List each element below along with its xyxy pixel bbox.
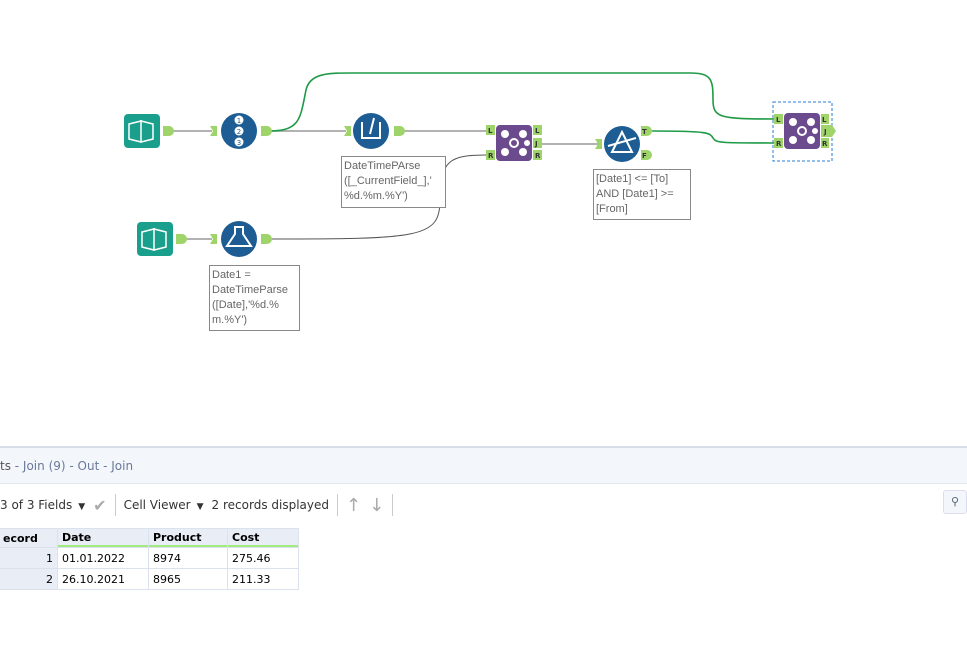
svg-text:1: 1 xyxy=(237,117,241,125)
filter-tool[interactable]: T F xyxy=(595,126,652,162)
column-header-date[interactable]: Date xyxy=(58,529,148,547)
arrow-up-icon[interactable]: ↑ xyxy=(346,495,361,516)
input-data-tool-1[interactable] xyxy=(124,114,174,148)
cell-cost[interactable]: 211.33 xyxy=(228,569,298,589)
cell-cost[interactable]: 275.46 xyxy=(228,548,298,568)
record-number: 1 xyxy=(0,548,57,568)
cell-product[interactable]: 8965 xyxy=(149,569,227,589)
filter-annotation: [Date1] <= [To] AND [Date1] >= [From] xyxy=(593,169,691,220)
column-header-record[interactable]: ecord xyxy=(0,529,57,547)
cell-product[interactable]: 8974 xyxy=(149,548,227,568)
multi-field-formula-annotation: DateTimePArse ([_CurrentField_],' %d.%m.… xyxy=(341,156,446,208)
search-icon[interactable]: ⚲ xyxy=(943,490,967,514)
column-header-product[interactable]: Product xyxy=(149,529,227,547)
svg-text:3: 3 xyxy=(237,139,241,147)
table-header-row: ecord Date Product Cost xyxy=(0,529,298,547)
join-tool-2-selected[interactable]: L R L J R xyxy=(772,101,836,162)
output-anchor xyxy=(163,126,174,136)
cell-date[interactable]: 26.10.2021 xyxy=(58,569,148,589)
checkmark-icon[interactable]: ✔ xyxy=(93,496,106,515)
svg-text:R: R xyxy=(822,140,828,148)
join-tool-1[interactable]: L R L J R xyxy=(486,125,542,161)
record-id-tool[interactable]: 1 2 3 xyxy=(210,113,272,149)
svg-text:J: J xyxy=(823,128,827,136)
column-header-cost[interactable]: Cost xyxy=(228,529,298,547)
cell-viewer-dropdown[interactable]: Cell Viewer ▼ xyxy=(124,498,204,512)
output-anchor xyxy=(261,126,272,136)
svg-text:L: L xyxy=(822,116,827,124)
chevron-down-icon: ▼ xyxy=(78,502,86,512)
svg-text:2: 2 xyxy=(237,128,241,136)
results-header: ts - Join (9) - Out - Join xyxy=(0,448,967,484)
record-number: 2 xyxy=(0,569,57,589)
multi-field-formula-tool[interactable] xyxy=(344,113,405,149)
divider xyxy=(337,494,338,516)
input-data-tool-2[interactable] xyxy=(137,222,187,256)
table-row: 1 01.01.2022 8974 275.46 xyxy=(0,548,298,568)
workflow-canvas[interactable]: 1 2 3 L R L J R T F L R L J R xyxy=(0,0,967,446)
svg-text:L: L xyxy=(776,116,781,124)
formula-annotation: Date1 = DateTimeParse ([Date],'%d.% m.%Y… xyxy=(209,265,300,331)
formula-tool[interactable] xyxy=(210,221,272,257)
chevron-down-icon: ▼ xyxy=(196,502,204,512)
svg-text:R: R xyxy=(488,152,494,160)
svg-text:F: F xyxy=(642,152,647,160)
svg-text:T: T xyxy=(642,128,647,136)
svg-text:L: L xyxy=(488,127,493,135)
svg-text:J: J xyxy=(534,140,538,148)
results-title: ts xyxy=(0,459,11,473)
fields-dropdown[interactable]: 3 of 3 Fields ▼ xyxy=(0,498,85,512)
svg-text:R: R xyxy=(776,140,782,148)
records-count: 2 records displayed xyxy=(211,498,329,512)
table-row: 2 26.10.2021 8965 211.33 xyxy=(0,569,298,589)
numbered-list-icon: 1 2 3 xyxy=(234,115,244,147)
arrow-down-icon[interactable]: ↓ xyxy=(369,495,384,516)
results-panel: ts - Join (9) - Out - Join 3 of 3 Fields… xyxy=(0,446,967,662)
results-toolbar: 3 of 3 Fields ▼ ✔ Cell Viewer ▼ 2 records … xyxy=(0,484,967,526)
results-table: ecord Date Product Cost 1 01.01.2022 897… xyxy=(0,528,299,590)
cell-date[interactable]: 01.01.2022 xyxy=(58,548,148,568)
results-path: - Join (9) - Out - Join xyxy=(10,459,134,473)
svg-text:R: R xyxy=(535,152,541,160)
divider xyxy=(114,494,116,516)
svg-text:L: L xyxy=(535,127,540,135)
divider xyxy=(392,494,394,516)
